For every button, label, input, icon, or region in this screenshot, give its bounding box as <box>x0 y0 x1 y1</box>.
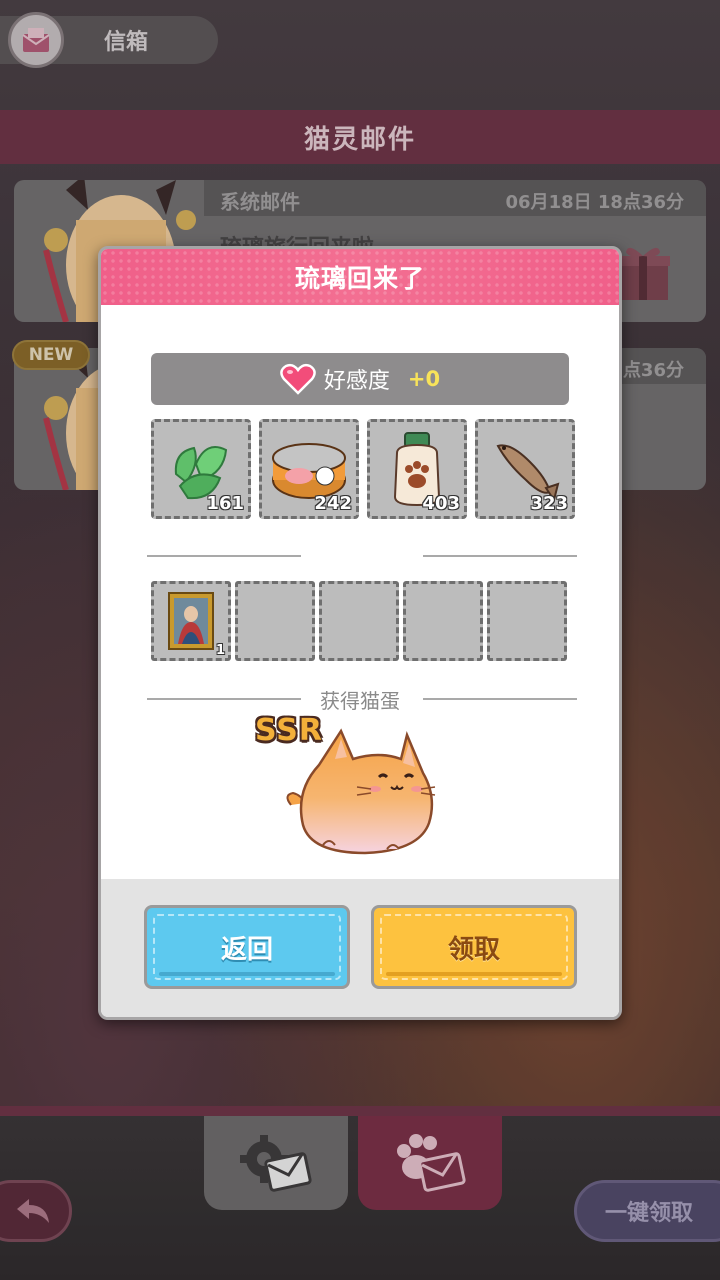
egg-section-title: 获得猫蛋 <box>320 689 400 713</box>
affinity-value: +0 <box>407 367 441 391</box>
dialog-header: 琉璃回来了 <box>101 249 619 305</box>
divider-left <box>147 555 301 557</box>
item-count: 323 <box>530 493 568 514</box>
affinity-label: 好感度 <box>323 369 390 394</box>
painting-icon <box>168 592 214 650</box>
reward-item-fish-can[interactable]: 242 <box>259 419 359 519</box>
item-count: 161 <box>206 493 244 514</box>
return-dialog: 琉璃回来了 好感度 +0 161 242 403 323 1 获得猫蛋 SSR … <box>98 246 622 1020</box>
claim-button[interactable]: 领取 <box>371 905 577 989</box>
souvenir-slot-empty <box>319 581 399 661</box>
reward-item-catnip[interactable]: 161 <box>151 419 251 519</box>
souvenir-slot-empty <box>235 581 315 661</box>
souvenir-slots: 1 <box>151 581 567 661</box>
button-stripe <box>386 972 562 976</box>
reward-items: 161 242 403 323 <box>151 419 575 519</box>
affinity-bar: 好感度 +0 <box>151 353 569 405</box>
dialog-title: 琉璃回来了 <box>294 264 425 293</box>
dialog-footer: 返回 领取 <box>101 879 619 1017</box>
item-count: 403 <box>422 493 460 514</box>
souvenir-count: 1 <box>215 643 225 658</box>
reward-item-dried-fish[interactable]: 323 <box>475 419 575 519</box>
back-button-label: 返回 <box>220 934 273 965</box>
heart-icon <box>280 363 316 395</box>
item-count: 242 <box>314 493 352 514</box>
button-stripe <box>159 972 335 976</box>
claim-button-label: 领取 <box>447 934 500 965</box>
souvenir-slot-empty <box>487 581 567 661</box>
reward-item-paw-jar[interactable]: 403 <box>367 419 467 519</box>
souvenir-slot-empty <box>403 581 483 661</box>
divider-right <box>423 555 577 557</box>
souvenir-slot-painting[interactable]: 1 <box>151 581 231 661</box>
cat-egg-icon <box>286 728 436 855</box>
back-button[interactable]: 返回 <box>144 905 350 989</box>
